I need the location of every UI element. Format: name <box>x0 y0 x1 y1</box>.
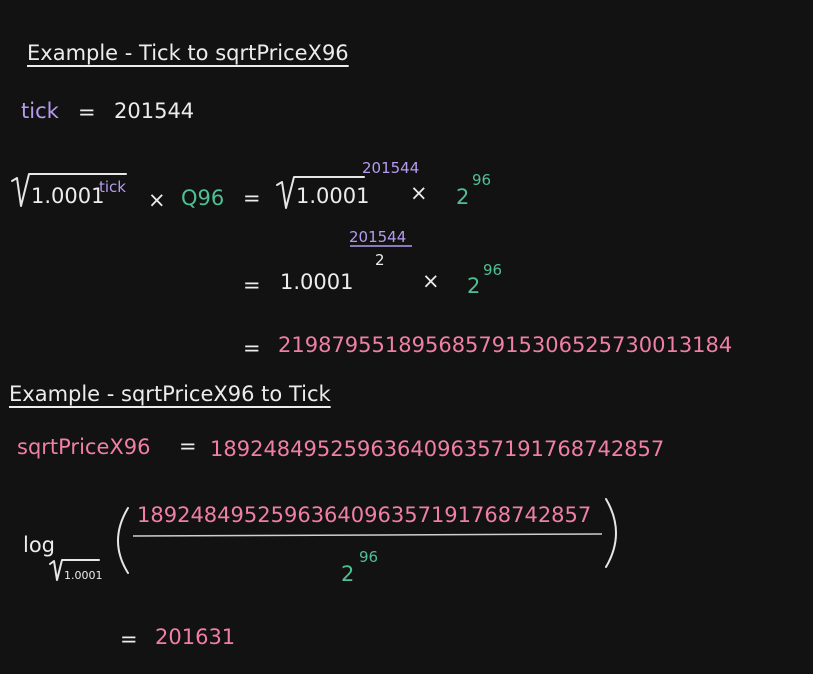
times-sign: × <box>148 188 166 212</box>
equals-sign: = <box>179 434 197 458</box>
equals-sign: = <box>243 273 261 297</box>
times-sign: × <box>422 269 440 293</box>
rhs-sqrt-base: 1.0001 <box>296 184 370 208</box>
two-base: 2 <box>456 185 470 209</box>
two-base: 2 <box>467 274 481 298</box>
log-label: log <box>23 533 56 557</box>
tick-label: tick <box>21 99 59 123</box>
exponent-numerator: 201544 <box>349 228 407 246</box>
times-sign: × <box>410 181 428 205</box>
right-paren <box>605 498 617 568</box>
result-equals: = <box>120 627 138 651</box>
rhs-exponent: 201544 <box>362 159 420 177</box>
sqrt-base: 1.0001 <box>31 184 105 208</box>
base-value: 1.0001 <box>280 270 354 294</box>
tick-result: 201631 <box>155 625 236 649</box>
log-numerator: 1892484952596364096357191768742857 <box>137 503 592 527</box>
log-base: 1.0001 <box>64 569 103 582</box>
left-paren <box>117 507 129 574</box>
sqrt-price-result: 2198795518956857915306525730013184 <box>278 333 733 357</box>
tick-equals: = <box>78 100 96 124</box>
denominator-base: 2 <box>341 562 355 586</box>
exponent-denominator: 2 <box>375 251 385 269</box>
q96-label: Q96 <box>181 186 225 210</box>
sqrtpricex96-value: 1892484952596364096357191768742857 <box>210 437 665 461</box>
tick-value: 201544 <box>114 99 195 123</box>
two-exponent: 96 <box>472 171 492 189</box>
section1-heading: Example - Tick to sqrtPriceX96 <box>27 41 349 65</box>
denominator-exponent: 96 <box>359 548 379 566</box>
equals-sign: = <box>243 336 261 360</box>
two-exponent: 96 <box>483 261 503 279</box>
log-fraction-bar <box>132 533 603 537</box>
section2-heading: Example - sqrtPriceX96 to Tick <box>9 382 331 406</box>
tick-exponent: tick <box>99 178 126 196</box>
equals-sign: = <box>243 186 261 210</box>
sqrtpricex96-label: sqrtPriceX96 <box>17 435 151 459</box>
